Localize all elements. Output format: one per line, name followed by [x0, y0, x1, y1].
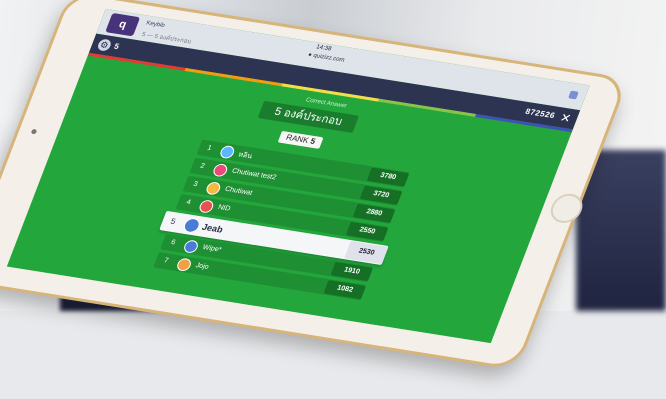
player-score: 2530 [344, 241, 389, 265]
row-rank: 2 [199, 162, 206, 171]
leaderboard: 1 หลิน 3780 2 Chutiwat test2 3720 3 Chutiwat 288… [152, 139, 410, 304]
player-name: Jeab [200, 221, 225, 235]
player-score: 2550 [345, 221, 389, 242]
player-name: NID [216, 204, 232, 213]
rank-label: RANK [284, 132, 311, 145]
player-score: 2880 [352, 203, 396, 223]
player-name: Jojo [194, 262, 210, 271]
player-name: หลิน [236, 151, 254, 161]
gear-icon[interactable]: ⚙ [96, 38, 113, 52]
avatar-icon [218, 144, 237, 160]
tablet-camera [30, 128, 38, 135]
game-pin: 872526 [523, 106, 557, 121]
row-rank: 4 [185, 199, 192, 207]
tabs-icon[interactable] [568, 90, 579, 100]
avatar-icon [175, 257, 193, 272]
avatar-icon [211, 163, 230, 178]
avatar-icon [197, 199, 216, 214]
player-score: 1910 [330, 261, 374, 282]
player-name: Wipe* [201, 244, 223, 254]
row-rank: 6 [169, 239, 177, 247]
avatar-icon [181, 217, 202, 234]
status-time: 14:38 [315, 44, 333, 53]
rank-value: 5 [308, 136, 317, 146]
close-icon[interactable]: ✕ [558, 111, 573, 126]
browser-tab-title[interactable]: Keybib [145, 20, 165, 29]
rank-badge: RANK 5 [277, 130, 324, 149]
avatar-icon [182, 239, 200, 254]
player-score: 1082 [323, 280, 367, 300]
row-rank: 5 [169, 216, 177, 227]
address-bar[interactable]: ● quizizz.com [307, 52, 345, 63]
tablet-home-button[interactable] [546, 191, 587, 226]
player-score: 3720 [359, 185, 403, 205]
row-rank: 1 [206, 144, 213, 152]
player-name: Chutiwat [223, 185, 254, 197]
player-count: 5 [112, 41, 121, 52]
row-rank: 3 [192, 180, 199, 189]
row-rank: 7 [162, 257, 170, 265]
player-score: 3780 [366, 167, 410, 187]
tablet-screen: q Keybib 5 — 5 องค์ประกอบ 14:38 ● quiziz… [6, 8, 590, 344]
player-name: Chutiwat test2 [230, 167, 278, 182]
avatar-icon [204, 181, 223, 196]
app-logo[interactable]: q [105, 12, 141, 37]
